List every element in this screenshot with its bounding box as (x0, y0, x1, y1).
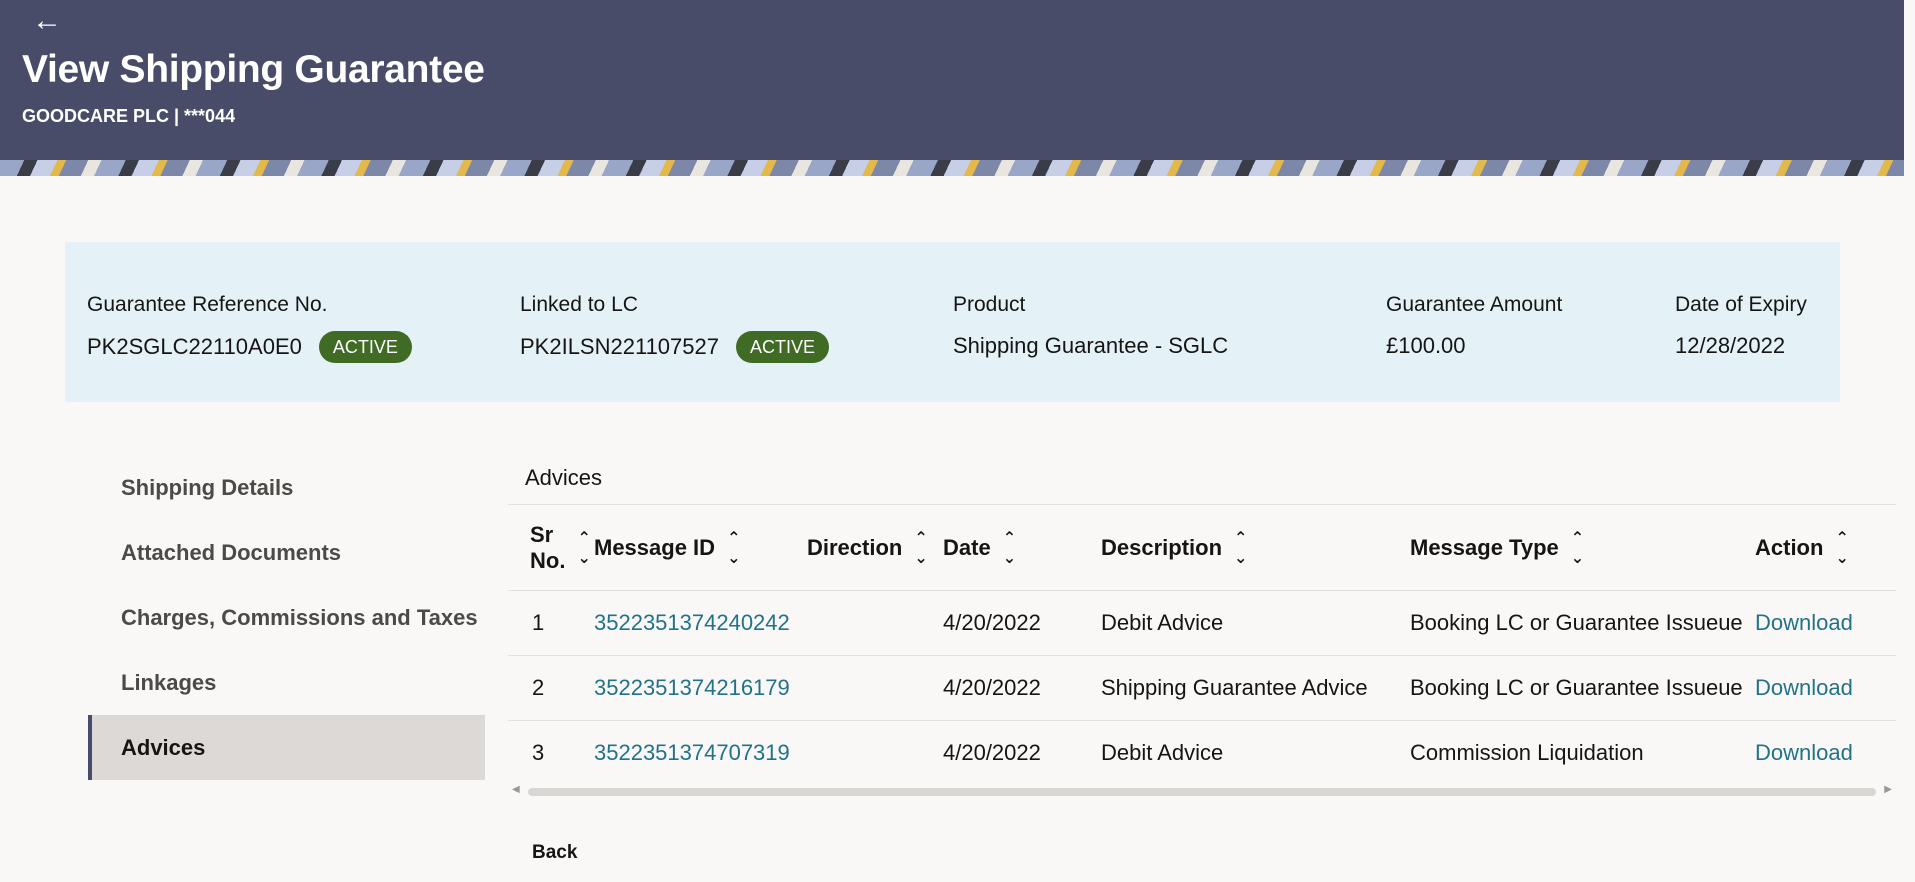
message-id-header-label: Message ID (594, 534, 716, 560)
guarantee-reference-value: PK2SGLC22110A0E0 (87, 334, 302, 359)
action-header-label: Action (1755, 534, 1824, 560)
sr-no-label-line1: Sr (530, 521, 554, 547)
guarantee-amount-field: Guarantee Amount £100.00 (1386, 293, 1562, 359)
sort-icon[interactable]: ⌃ ⌄ (1003, 528, 1016, 568)
message-type-cell: Commission Liquidation (1410, 721, 1755, 786)
message-id-link[interactable]: 3522351374707319 (594, 721, 807, 786)
date-cell: 4/20/2022 (943, 740, 1041, 766)
advices-table: Sr No. ⌃ ⌄ Message ID ⌃ ⌄ Direction ⌃ ⌄ Date ⌃… (508, 504, 1896, 786)
table-row: 2 3522351374216179 4/20/2022 Shipping Gu… (508, 655, 1896, 721)
download-link[interactable]: Download (1755, 591, 1896, 656)
description-header-label: Description (1101, 534, 1223, 560)
nav-item-charges-commissions-taxes[interactable]: Charges, Commissions and Taxes (88, 585, 485, 650)
page-title: View Shipping Guarantee (22, 48, 485, 91)
download-link[interactable]: Download (1755, 656, 1896, 721)
sort-icon[interactable]: ⌃ ⌄ (1234, 528, 1247, 568)
expiry-date-value: 12/28/2022 (1675, 333, 1786, 358)
back-button[interactable]: Back (532, 842, 577, 864)
message-type-cell: Booking LC or Guarantee Issueue (1410, 591, 1755, 656)
sort-icon[interactable]: ⌃ ⌄ (577, 528, 590, 568)
arrow-left-icon[interactable]: ← (32, 6, 62, 36)
download-link[interactable]: Download (1755, 721, 1896, 786)
direction-cell (807, 721, 943, 786)
page-edge (1904, 0, 1915, 882)
advices-table-container: Sr No. ⌃ ⌄ Message ID ⌃ ⌄ Direction ⌃ ⌄ Date ⌃… (508, 504, 1896, 800)
page-header: ← View Shipping Guarantee GOODCARE PLC |… (0, 0, 1904, 176)
column-header-date[interactable]: Date ⌃ ⌄ (943, 505, 1101, 591)
nav-item-advices[interactable]: Advices (88, 715, 485, 780)
guarantee-amount-label: Guarantee Amount (1386, 293, 1563, 316)
header-banner-pattern (0, 160, 1904, 176)
direction-cell (807, 591, 943, 656)
linked-lc-label: Linked to LC (520, 293, 638, 316)
column-header-action[interactable]: Action ⌃ ⌄ (1755, 505, 1896, 591)
table-row: 1 3522351374240242 4/20/2022 Debit Advic… (508, 590, 1896, 656)
sr-no-cell: 2 (532, 675, 545, 700)
direction-cell (807, 656, 943, 721)
column-header-message-type[interactable]: Message Type ⌃ ⌄ (1410, 505, 1755, 591)
sr-no-label-line2: No. (530, 547, 566, 573)
section-nav: Shipping Details Attached Documents Char… (88, 455, 485, 780)
table-row: 3 3522351374707319 4/20/2022 Debit Advic… (508, 720, 1896, 786)
guarantee-amount-value: £100.00 (1386, 333, 1466, 358)
sr-no-cell: 3 (532, 740, 545, 766)
scrollbar-thumb[interactable] (528, 788, 1876, 796)
date-cell: 4/20/2022 (943, 675, 1041, 700)
product-value: Shipping Guarantee - SGLC (953, 333, 1229, 358)
linked-lc-value: PK2ILSN221107527 (520, 334, 719, 359)
date-header-label: Date (943, 534, 991, 560)
date-cell: 4/20/2022 (943, 610, 1041, 635)
column-header-direction[interactable]: Direction ⌃ ⌄ (807, 505, 943, 591)
guarantee-reference-label: Guarantee Reference No. (87, 293, 328, 316)
message-type-value: Commission Liquidation (1410, 740, 1644, 766)
direction-header-label: Direction (807, 534, 903, 560)
message-type-cell: Booking LC or Guarantee Issueue (1410, 656, 1755, 721)
product-field: Product Shipping Guarantee - SGLC (953, 293, 1228, 359)
scroll-left-icon[interactable]: ◀ (512, 784, 520, 795)
expiry-date-label: Date of Expiry (1675, 293, 1807, 316)
description-cell: Shipping Guarantee Advice (1101, 675, 1368, 700)
status-badge: ACTIVE (735, 331, 829, 363)
message-type-value: Booking LC or Guarantee Issue (1410, 675, 1719, 700)
status-badge: ACTIVE (318, 331, 412, 363)
linked-lc-field: Linked to LC PK2ILSN221107527 ACTIVE (520, 293, 829, 363)
guarantee-summary-panel: Guarantee Reference No. PK2SGLC22110A0E0… (65, 242, 1840, 402)
scroll-right-icon[interactable]: ▶ (1884, 784, 1892, 795)
sort-icon[interactable]: ⌃ ⌄ (1835, 528, 1848, 568)
product-label: Product (953, 293, 1026, 316)
advices-section-title: Advices (525, 465, 603, 490)
sort-icon[interactable]: ⌃ ⌄ (1571, 528, 1584, 568)
sr-no-cell: 1 (532, 610, 545, 635)
message-id-link[interactable]: 3522351374216179 (594, 656, 807, 721)
column-header-description[interactable]: Description ⌃ ⌄ (1101, 505, 1410, 591)
sort-icon[interactable]: ⌃ ⌄ (727, 528, 740, 568)
description-cell: Debit Advice (1101, 740, 1224, 766)
guarantee-reference-field: Guarantee Reference No. PK2SGLC22110A0E0… (87, 293, 412, 363)
message-type-overflow: ue (1718, 610, 1743, 635)
page-subtitle: GOODCARE PLC | ***044 (22, 106, 236, 126)
expiry-date-field: Date of Expiry 12/28/2022 (1675, 293, 1807, 359)
column-header-sr-no[interactable]: Sr No. ⌃ ⌄ (508, 505, 594, 591)
sort-icon[interactable]: ⌃ ⌄ (914, 528, 927, 568)
nav-item-linkages[interactable]: Linkages (88, 650, 485, 715)
table-header-row: Sr No. ⌃ ⌄ Message ID ⌃ ⌄ Direction ⌃ ⌄ Date ⌃… (508, 504, 1896, 591)
message-type-header-label: Message Type (1410, 534, 1559, 560)
message-type-value: Booking LC or Guarantee Issue (1410, 610, 1719, 635)
description-cell: Debit Advice (1101, 610, 1224, 635)
column-header-message-id[interactable]: Message ID ⌃ ⌄ (594, 505, 807, 591)
message-id-link[interactable]: 3522351374240242 (594, 591, 807, 656)
nav-item-shipping-details[interactable]: Shipping Details (88, 455, 485, 520)
message-type-overflow: ue (1718, 675, 1743, 700)
horizontal-scrollbar[interactable]: ◀ ▶ (508, 784, 1896, 798)
nav-item-attached-documents[interactable]: Attached Documents (88, 520, 485, 585)
